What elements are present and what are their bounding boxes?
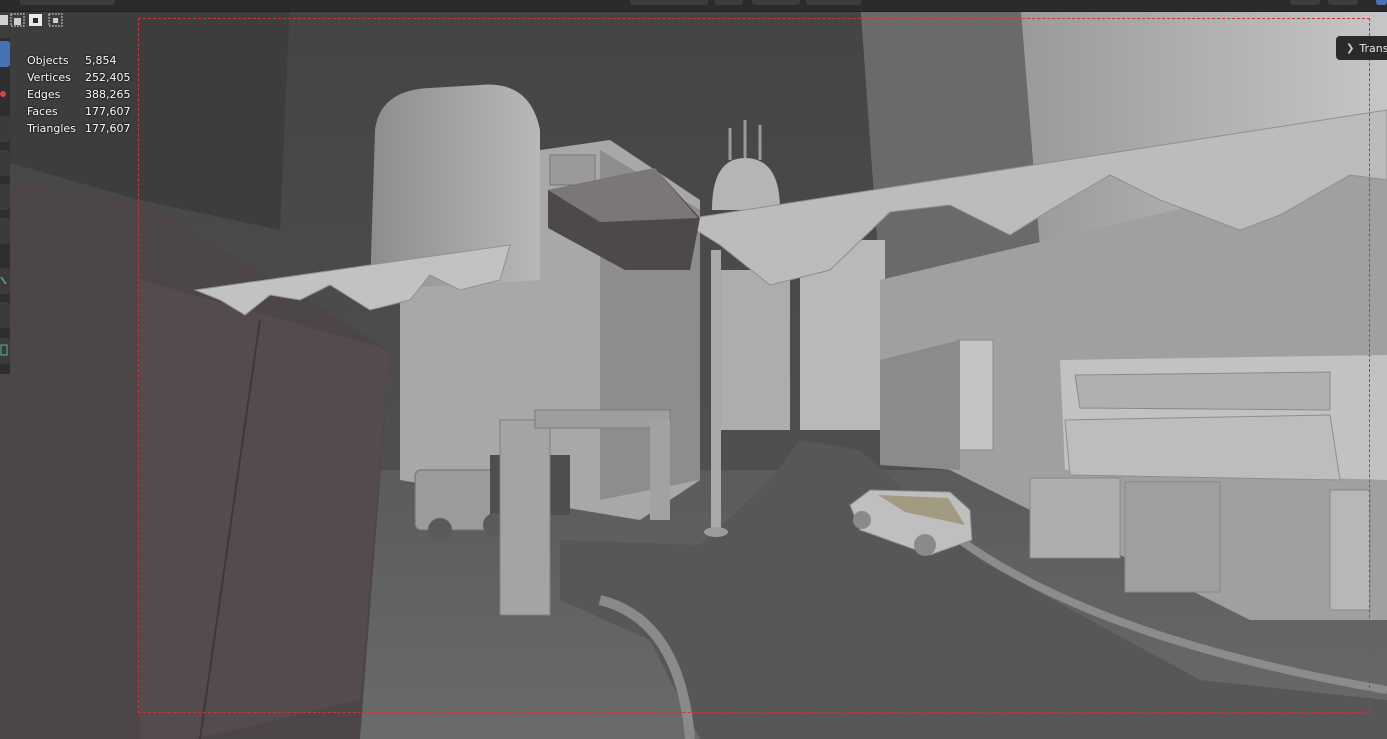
stat-row-vertices: Vertices 252,405	[27, 69, 135, 86]
pillar	[499, 419, 551, 616]
header-control[interactable]	[630, 0, 708, 5]
stat-value: 252,405	[85, 71, 131, 84]
left-building-face	[140, 280, 390, 739]
stat-label: Triangles	[27, 122, 76, 135]
tool-move[interactable]	[0, 116, 10, 142]
tool-rotate[interactable]	[0, 150, 10, 176]
tool-annotate[interactable]	[0, 268, 10, 294]
right-balcony	[1064, 414, 1341, 481]
header-bar	[0, 0, 1387, 12]
select-intersect-icon[interactable]	[48, 12, 64, 28]
sidebar-tab-transform[interactable]: ❯ Trans	[1336, 36, 1387, 60]
header-control[interactable]	[20, 0, 115, 5]
header-control[interactable]	[1376, 0, 1387, 5]
stat-row-objects: Objects 5,854	[27, 52, 135, 69]
tool-measure[interactable]	[0, 302, 10, 328]
stat-value: 388,265	[85, 88, 131, 101]
stat-label: Edges	[27, 88, 61, 101]
header-control[interactable]	[806, 0, 861, 5]
lamp-post	[711, 250, 721, 530]
stat-label: Objects	[27, 54, 69, 67]
stat-value: 177,607	[85, 122, 131, 135]
stat-value: 177,607	[85, 105, 131, 118]
header-control[interactable]	[752, 0, 800, 5]
tool-cursor[interactable]	[0, 82, 10, 108]
stat-row-faces: Faces 177,607	[27, 103, 135, 120]
sidebar-tab-label: Trans	[1359, 41, 1387, 55]
tool-shelf	[0, 38, 10, 374]
select-subtract-icon[interactable]	[28, 12, 44, 28]
tool-add-cube[interactable]	[0, 338, 10, 364]
tool-scale[interactable]	[0, 184, 10, 210]
header-control[interactable]	[1290, 0, 1320, 5]
select-extend-icon[interactable]	[10, 12, 26, 28]
annotate-icon	[0, 276, 7, 285]
tool-transform[interactable]	[0, 218, 10, 244]
street-sign	[957, 339, 994, 451]
add-cube-icon	[0, 344, 8, 356]
header-control[interactable]	[715, 0, 743, 5]
stat-row-triangles: Triangles 177,607	[27, 120, 135, 137]
tool-select-box[interactable]	[0, 41, 10, 67]
right-skyscraper-side	[860, 0, 1040, 280]
chevron-right-icon: ❯	[1346, 42, 1355, 54]
scene-statistics: Objects 5,854 Vertices 252,405 Edges 388…	[27, 52, 135, 137]
header-control[interactable]	[1328, 0, 1358, 5]
3d-viewport[interactable]	[0, 0, 1387, 739]
stat-label: Vertices	[27, 71, 71, 84]
stat-label: Faces	[27, 105, 58, 118]
cursor-icon	[0, 91, 6, 97]
stat-value: 5,854	[85, 54, 117, 67]
stat-row-edges: Edges 388,265	[27, 86, 135, 103]
